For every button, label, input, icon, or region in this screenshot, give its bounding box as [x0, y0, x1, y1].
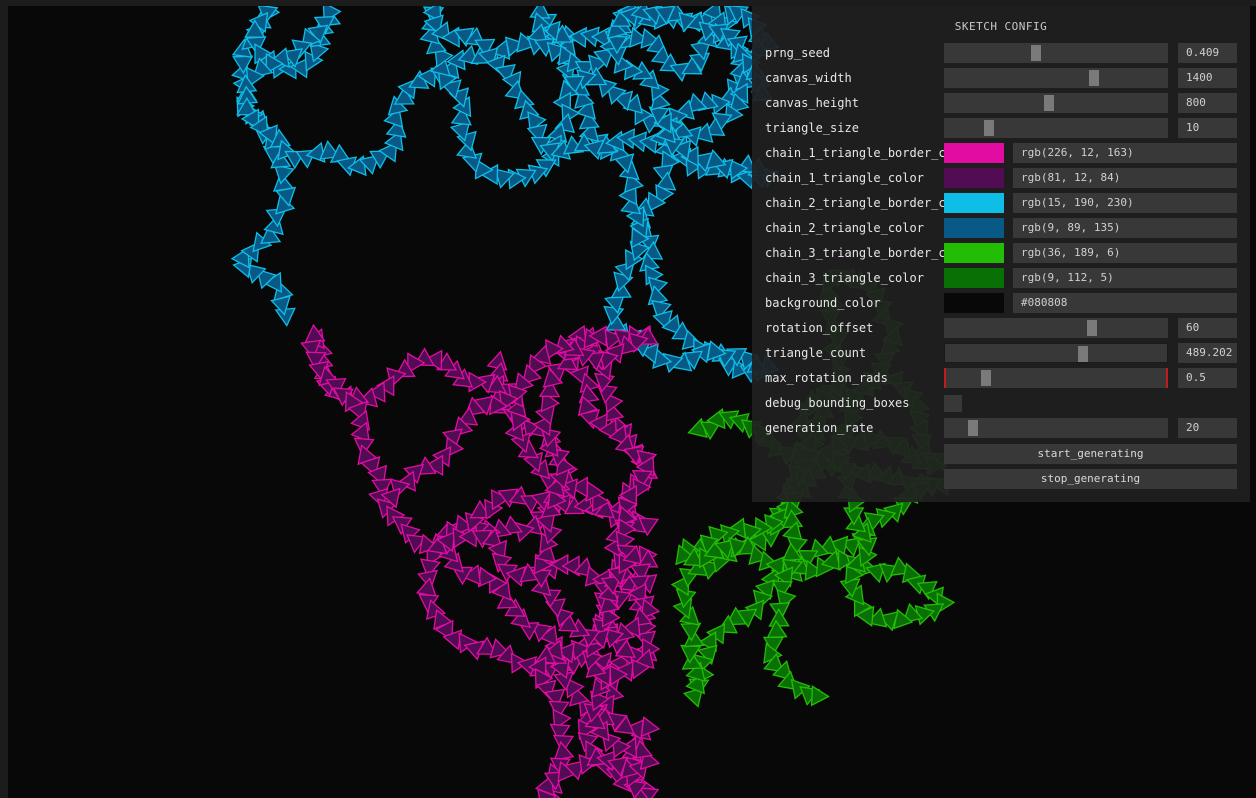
max-rotation-rads-slider[interactable] [944, 368, 1168, 388]
row-max-rotation-rads: max_rotation_rads 0.5 [752, 367, 1250, 389]
chain-2-fill-color-value[interactable]: rgb(9, 89, 135) [1013, 218, 1237, 238]
chain-1-border-color-value[interactable]: rgb(226, 12, 163) [1013, 143, 1237, 163]
start-generating-button[interactable]: start_generating [944, 444, 1237, 464]
chain-3-border-color-value[interactable]: rgb(36, 189, 6) [1013, 243, 1237, 263]
max-rotation-rads-label: max_rotation_rads [765, 371, 888, 385]
sketch-config-panel: SKETCH CONFIG prng_seed 0.409 canvas_wid… [752, 6, 1250, 502]
triangle-count-label: triangle_count [765, 346, 867, 360]
chain-3-fill-color-swatch[interactable] [944, 268, 1004, 288]
triangle-count-slider[interactable] [944, 343, 1168, 363]
slider-knob[interactable] [1086, 320, 1097, 336]
max-rotation-rads-value[interactable]: 0.5 [1178, 368, 1237, 388]
triangle [768, 608, 790, 627]
row-canvas-width: canvas_width 1400 [752, 67, 1250, 89]
chain-1-border-color-label: chain_1_triangle_border_color [765, 146, 945, 160]
stop-generating-button[interactable]: stop_generating [944, 469, 1237, 489]
chain-1-fill-color-label: chain_1_triangle_color [765, 171, 924, 185]
row-chain-2-fill-color: chain_2_triangle_color rgb(9, 89, 135) [752, 217, 1250, 239]
canvas-width-value[interactable]: 1400 [1178, 68, 1237, 88]
triangle [640, 716, 661, 738]
row-chain-1-fill-color: chain_1_triangle_color rgb(81, 12, 84) [752, 167, 1250, 189]
chain-2-border-color-value[interactable]: rgb(15, 190, 230) [1013, 193, 1237, 213]
canvas-height-label: canvas_height [765, 96, 859, 110]
debug-bounding-boxes-checkbox[interactable] [944, 395, 962, 412]
background-color-swatch[interactable] [944, 293, 1004, 313]
triangle-size-label: triangle_size [765, 121, 859, 135]
chain-3-border-color-label: chain_3_triangle_border_color [765, 246, 945, 260]
rotation-offset-slider[interactable] [944, 318, 1168, 338]
row-chain-3-border-color: chain_3_triangle_border_color rgb(36, 18… [752, 242, 1250, 264]
generation-rate-slider[interactable] [944, 418, 1168, 438]
slider-knob[interactable] [1077, 346, 1088, 362]
panel-title: SKETCH CONFIG [954, 20, 1048, 33]
slider-knob[interactable] [980, 370, 991, 386]
row-triangle-count: triangle_count 489.202 [752, 342, 1250, 364]
row-debug-bounding-boxes: debug_bounding_boxes [752, 392, 1250, 414]
triangle-size-value[interactable]: 10 [1178, 118, 1237, 138]
prng-seed-label: prng_seed [765, 46, 831, 60]
background-color-value[interactable]: #080808 [1013, 293, 1237, 313]
canvas-width-label: canvas_width [765, 71, 852, 85]
row-prng-seed: prng_seed 0.409 [752, 42, 1250, 64]
slider-knob[interactable] [1089, 70, 1100, 86]
triangle-size-slider[interactable] [944, 118, 1168, 138]
chain-2-fill-color-label: chain_2_triangle_color [765, 221, 924, 235]
slider-knob[interactable] [968, 420, 979, 436]
rotation-offset-label: rotation_offset [765, 321, 874, 335]
debug-bounding-boxes-label: debug_bounding_boxes [765, 396, 910, 410]
prng-seed-value[interactable]: 0.409 [1178, 43, 1237, 63]
chain-1-fill-color-value[interactable]: rgb(81, 12, 84) [1013, 168, 1237, 188]
chain-3-fill-color-label: chain_3_triangle_color [765, 271, 924, 285]
row-background-color: background_color #080808 [752, 292, 1250, 314]
triangle [553, 740, 575, 762]
canvas-height-value[interactable]: 800 [1178, 93, 1237, 113]
row-canvas-height: canvas_height 800 [752, 92, 1250, 114]
slider-knob[interactable] [1030, 45, 1041, 61]
row-chain-1-border-color: chain_1_triangle_border_color rgb(226, 1… [752, 142, 1250, 164]
slider-knob[interactable] [1044, 95, 1055, 111]
canvas-height-slider[interactable] [944, 93, 1168, 113]
row-chain-2-border-color: chain_2_triangle_border_color rgb(15, 19… [752, 192, 1250, 214]
chain-1-fill-color-swatch[interactable] [944, 168, 1004, 188]
row-rotation-offset: rotation_offset 60 [752, 317, 1250, 339]
triangle [468, 371, 488, 393]
chain-3-border-color-swatch[interactable] [944, 243, 1004, 263]
rotation-offset-value[interactable]: 60 [1178, 318, 1237, 338]
chain-2-fill-color-swatch[interactable] [944, 218, 1004, 238]
prng-seed-slider[interactable] [944, 43, 1168, 63]
generation-rate-label: generation_rate [765, 421, 874, 435]
chain-2-border-color-label: chain_2_triangle_border_color [765, 196, 945, 210]
background-color-label: background_color [765, 296, 881, 310]
chain-3-fill-color-value[interactable]: rgb(9, 112, 5) [1013, 268, 1237, 288]
chain-2-border-color-swatch[interactable] [944, 193, 1004, 213]
triangle-chain [300, 323, 661, 798]
triangle [810, 685, 830, 707]
canvas-width-slider[interactable] [944, 68, 1168, 88]
row-generation-rate: generation_rate 20 [752, 417, 1250, 439]
generation-rate-value[interactable]: 20 [1178, 418, 1237, 438]
row-chain-3-fill-color: chain_3_triangle_color rgb(9, 112, 5) [752, 267, 1250, 289]
chain-1-border-color-swatch[interactable] [944, 143, 1004, 163]
row-triangle-size: triangle_size 10 [752, 117, 1250, 139]
slider-knob[interactable] [983, 120, 994, 136]
triangle-count-value[interactable]: 489.202 [1178, 343, 1237, 363]
